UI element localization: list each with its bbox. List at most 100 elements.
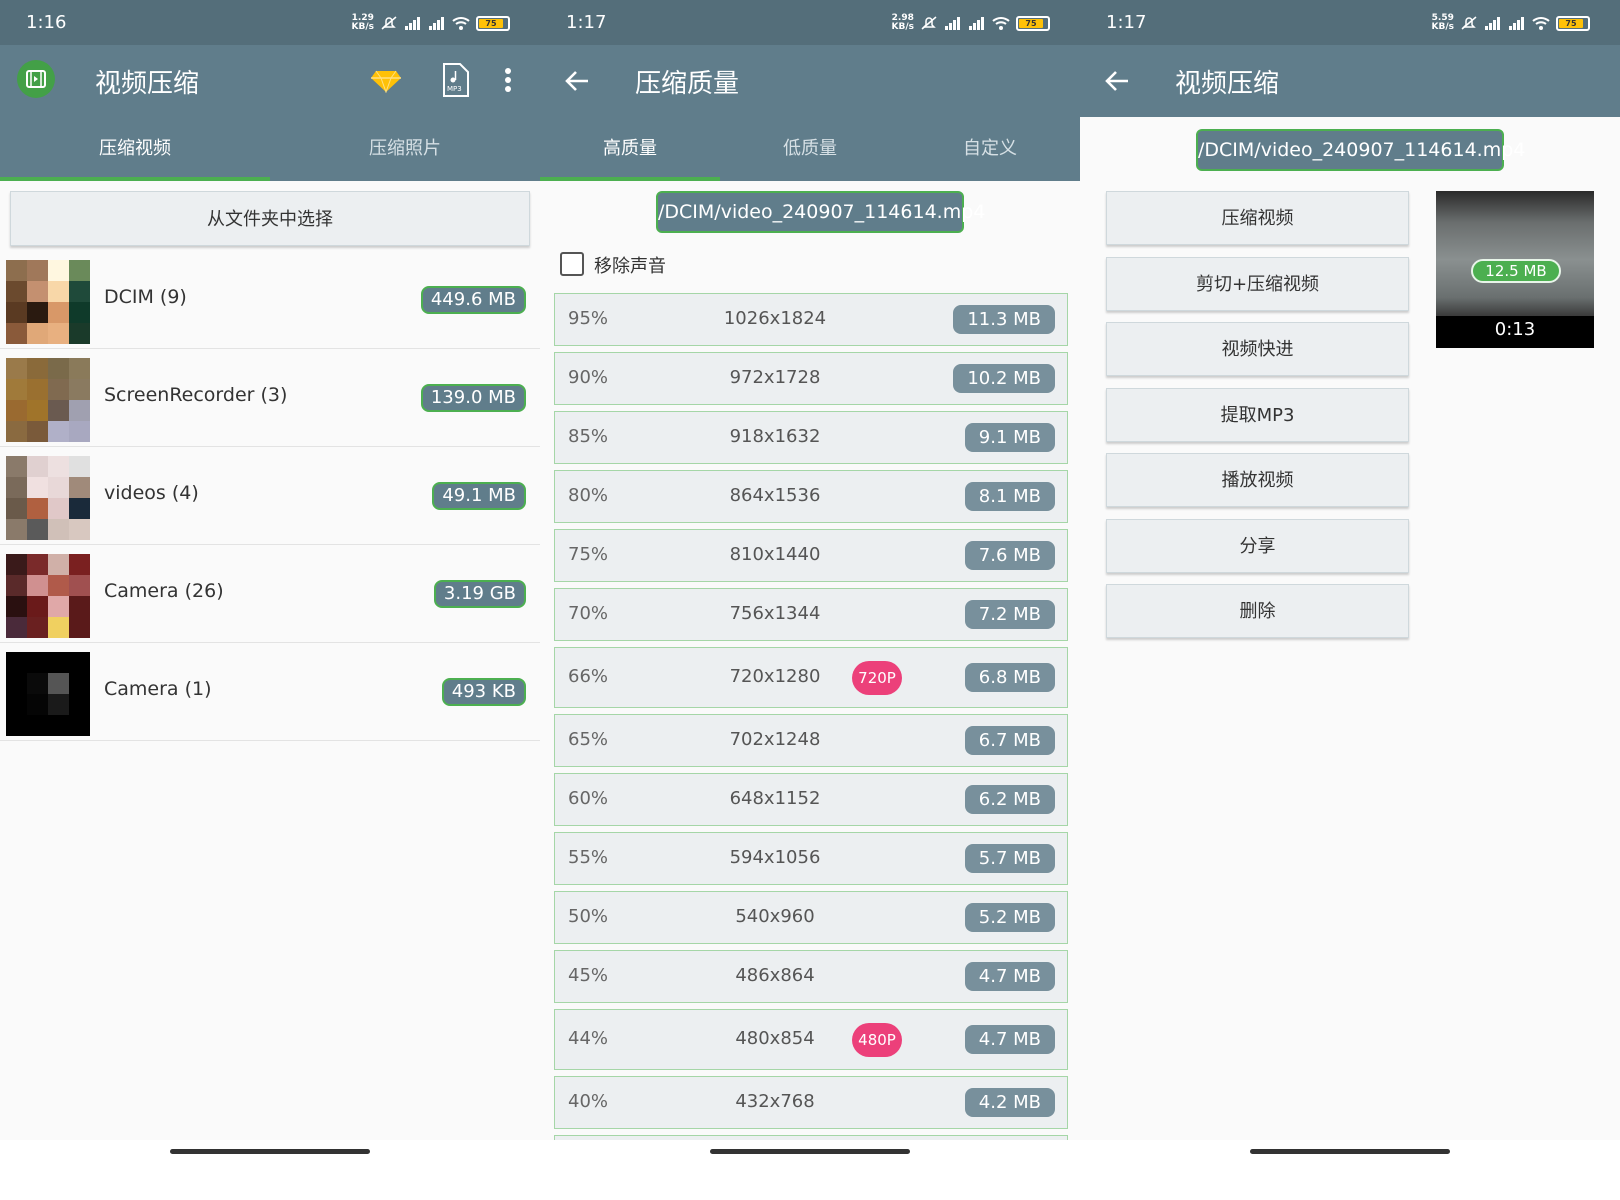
resolution-tag: 480P [852,1023,902,1057]
folder-name: DCIM (9) [104,286,187,308]
quality-resolution: 720x1280 [729,666,821,687]
quality-percent: 55% [568,847,609,868]
quality-percent: 85% [568,426,609,447]
quality-percent: 65% [568,729,609,750]
folder-thumbnail [6,260,90,344]
folder-size-badge: 49.1 MB [432,482,526,510]
folder-thumbnail [6,652,90,736]
folder-item[interactable]: Camera (1) 493 KB [0,644,540,741]
diamond-icon[interactable] [370,69,402,93]
quality-option-row[interactable]: 85% 918x1632 9.1 MB [554,411,1068,464]
estimated-size-chip: 7.2 MB [964,600,1055,629]
estimated-size-chip: 7.6 MB [964,541,1055,570]
quality-option-row[interactable]: 65% 702x1248 6.7 MB [554,714,1068,767]
action-button[interactable]: 剪切+压缩视频 [1106,256,1409,311]
quality-option-row[interactable]: 44% 480x854 480P 4.7 MB [554,1009,1068,1070]
arrow-back-icon[interactable] [1104,69,1130,93]
network-speed: 1.29 KB/s [351,13,374,32]
action-button[interactable]: 视频快进 [1106,322,1409,376]
quality-percent: 50% [568,906,609,927]
folder-size-badge: 139.0 MB [420,384,526,412]
video-actions-screen: 1:17 5.59 KB/s 75 视频压缩 /DCIM/video_240907… [1080,0,1620,1200]
tab-compress-video[interactable]: 压缩视频 [0,117,270,181]
choose-from-folder-button[interactable]: 从文件夹中选择 [10,191,530,246]
file-path-chip: /DCIM/video_240907_114614.mp4 [656,191,985,233]
home-indicator[interactable] [710,1149,910,1154]
estimated-size-chip: 4.7 MB [964,962,1055,991]
folder-size-badge: 3.19 GB [433,580,526,608]
quality-option-row[interactable]: 80% 864x1536 8.1 MB [554,470,1068,523]
estimated-size-chip: 5.2 MB [964,903,1055,932]
checkbox-box[interactable] [560,252,584,276]
quality-resolution: 702x1248 [729,729,821,750]
quality-percent: 45% [568,965,609,986]
quality-option-row[interactable]: 50% 540x960 5.2 MB [554,891,1068,944]
compression-quality-screen: 1:17 2.98 KB/s 75 压缩质量 高质量 低质量 自定义 /DCIM/… [540,0,1080,1200]
folder-item[interactable]: ScreenRecorder (3) 139.0 MB [0,350,540,447]
screen-title: 压缩质量 [635,69,740,99]
quality-resolution: 432x768 [735,1091,815,1112]
home-indicator[interactable] [1250,1149,1450,1154]
status-bar: 1:16 1.29 KB/s 75 [0,0,540,45]
signal-icon [945,17,960,30]
tab-low-quality[interactable]: 低质量 [720,117,900,181]
signal-icon [969,17,984,30]
folder-thumbnail [6,358,90,442]
quality-option-row[interactable]: 45% 486x864 4.7 MB [554,950,1068,1003]
quality-resolution: 1026x1824 [723,308,827,329]
mp3-file-icon[interactable]: MP3 [441,63,469,97]
arrow-back-icon[interactable] [564,69,590,93]
home-indicator[interactable] [170,1149,370,1154]
estimated-size-chip: 9.1 MB [964,423,1055,452]
estimated-size-chip: 4.2 MB [964,1088,1055,1117]
video-thumbnail[interactable]: 12.5 MB 0:13 [1436,191,1594,348]
folder-size-badge: 493 KB [441,678,526,706]
folder-thumbnail [6,554,90,638]
action-button[interactable]: 压缩视频 [1106,191,1409,245]
app-bar: 压缩质量 [540,45,1080,117]
quality-percent: 60% [568,788,609,809]
quality-option-row[interactable]: 95% 1026x1824 11.3 MB [554,293,1068,346]
quality-option-row[interactable]: 55% 594x1056 5.7 MB [554,832,1068,885]
status-time: 1:17 [566,12,607,33]
film-compress-icon [17,60,55,98]
quality-percent: 90% [568,367,609,388]
quality-resolution: 486x864 [735,965,815,986]
svg-text:MP3: MP3 [447,85,462,93]
folder-item[interactable]: videos (4) 49.1 MB [0,448,540,545]
quality-option-row[interactable]: 90% 972x1728 10.2 MB [554,352,1068,405]
folder-item[interactable]: Camera (26) 3.19 GB [0,546,540,643]
battery-icon: 75 [1556,15,1590,31]
action-button[interactable]: 分享 [1106,518,1409,573]
mute-bell-icon [921,16,937,30]
action-button[interactable]: 删除 [1106,584,1409,638]
quality-option-row[interactable]: 66% 720x1280 720P 6.8 MB [554,647,1068,708]
wifi-icon [452,17,470,30]
quality-resolution: 594x1056 [729,847,821,868]
more-vert-icon[interactable] [504,67,512,93]
video-duration: 0:13 [1494,319,1536,340]
folder-list-screen: 1:16 1.29 KB/s 75 视频压缩 MP3 压缩视频 压缩照片 从文件夹… [0,0,540,1200]
tab-custom[interactable]: 自定义 [900,117,1080,181]
quality-resolution: 972x1728 [729,367,821,388]
folder-item[interactable]: DCIM (9) 449.6 MB [0,252,540,349]
quality-option-row[interactable]: 40% 432x768 4.2 MB [554,1076,1068,1129]
quality-option-row[interactable]: 60% 648x1152 6.2 MB [554,773,1068,826]
signal-icon [429,17,444,30]
mute-bell-icon [381,16,397,30]
tab-compress-photo[interactable]: 压缩照片 [270,117,540,181]
folder-name: Camera (26) [104,580,224,602]
quality-resolution: 756x1344 [729,603,821,624]
action-button[interactable]: 提取MP3 [1106,387,1409,442]
quality-option-row[interactable]: 75% 810x1440 7.6 MB [554,529,1068,582]
action-button[interactable]: 播放视频 [1106,453,1409,507]
battery-icon: 75 [476,15,510,31]
quality-resolution: 648x1152 [729,788,821,809]
folder-name: ScreenRecorder (3) [104,384,288,406]
quality-tabs: 高质量 低质量 自定义 [540,117,1080,181]
estimated-size-chip: 6.8 MB [964,663,1055,692]
quality-option-row[interactable]: 70% 756x1344 7.2 MB [554,588,1068,641]
tab-high-quality[interactable]: 高质量 [540,117,720,181]
quality-percent: 75% [568,544,609,565]
status-bar: 1:17 2.98 KB/s 75 [540,0,1080,45]
